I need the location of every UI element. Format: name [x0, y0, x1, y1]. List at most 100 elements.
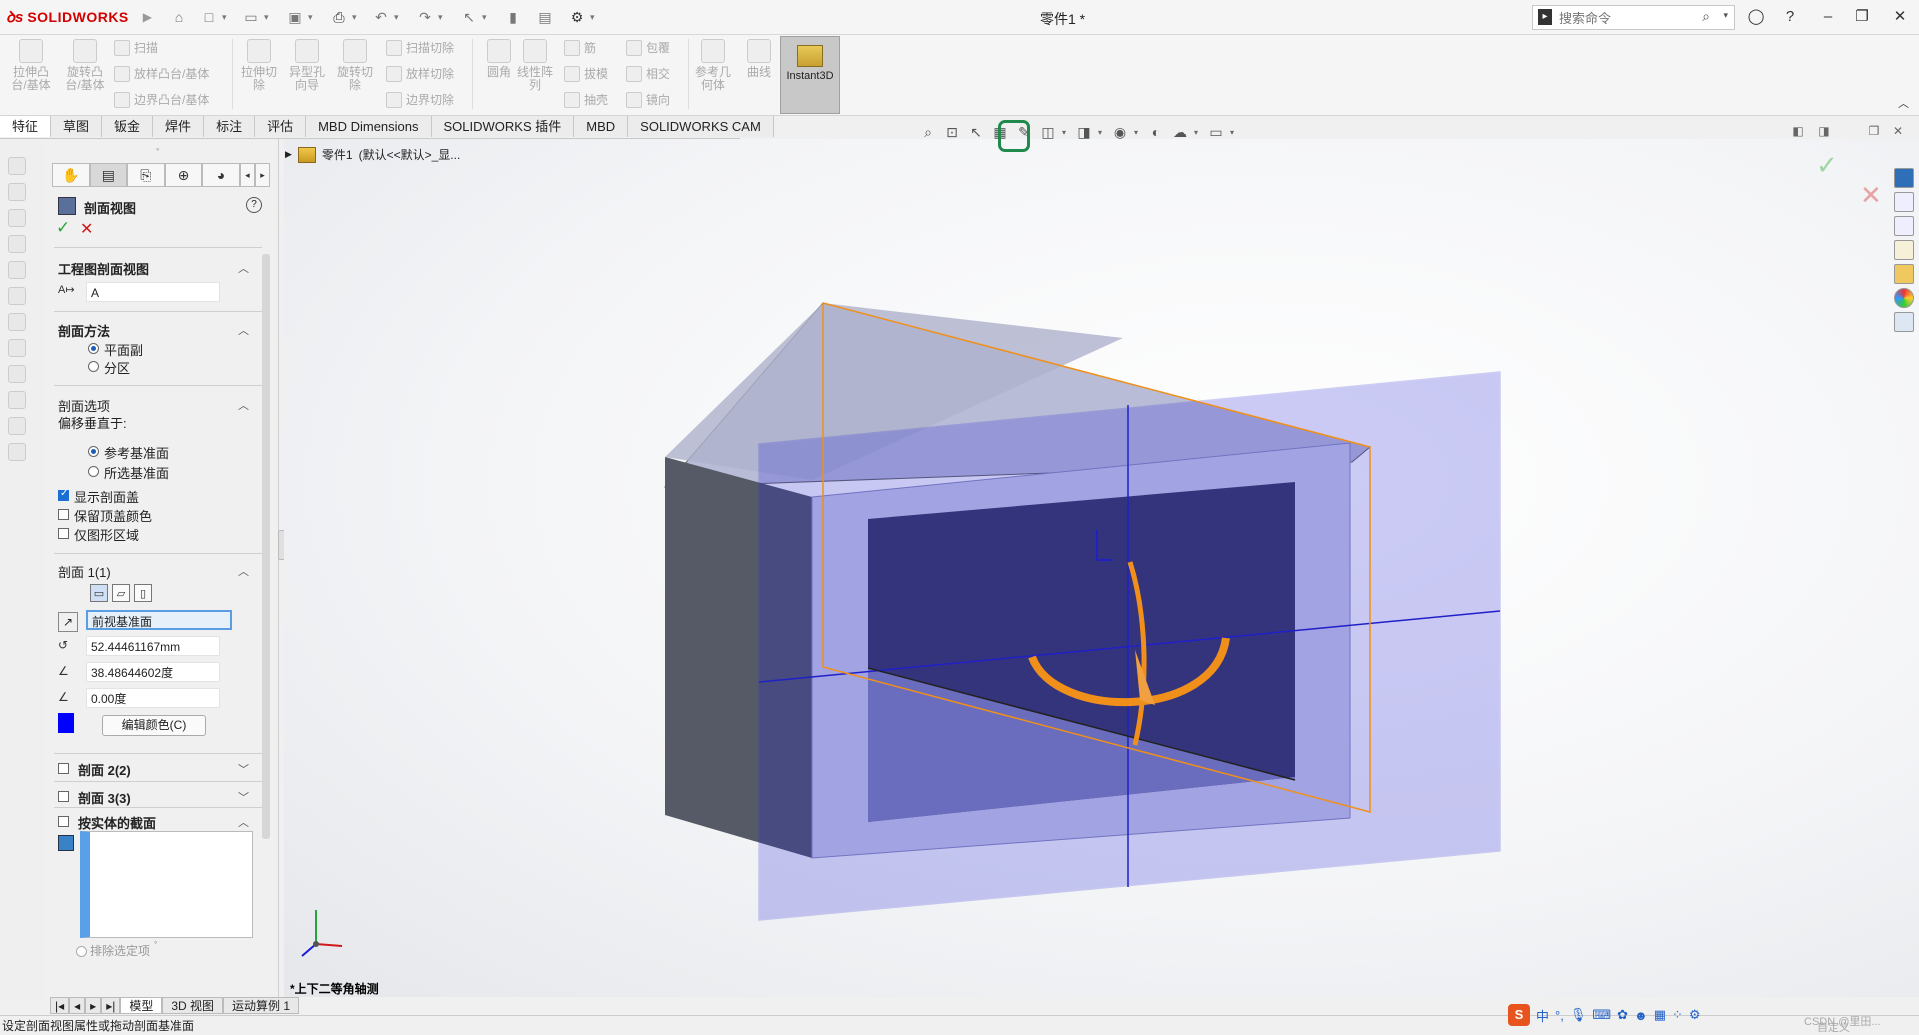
keyboard-icon[interactable]: ⌨ [1592, 1007, 1611, 1023]
magnifier-icon[interactable]: ⌕ [1702, 8, 1710, 25]
extrude-cut-button[interactable]: 拉伸切 除 [238, 39, 280, 92]
boundary-boss-button[interactable]: 边界凸台/基体 [114, 90, 209, 110]
tab-motion-study[interactable]: 运动算例 1 [223, 997, 300, 1014]
list-grip-icon[interactable]: ◦ [154, 937, 157, 947]
tab-mbd-dimensions[interactable]: MBD Dimensions [306, 116, 432, 137]
view-palette-icon[interactable] [1894, 264, 1914, 284]
collapse-chevron-icon[interactable]: ︿ [238, 260, 249, 276]
offset-distance-field[interactable]: 52.44461167mm [86, 636, 220, 656]
feature-icon[interactable] [8, 391, 26, 409]
top-plane-icon[interactable]: ▱ [112, 584, 130, 602]
search-dropdown-icon[interactable]: ▾ [1723, 10, 1728, 21]
print-dropdown-icon[interactable]: ▾ [352, 9, 360, 25]
right-plane-icon[interactable]: ▯ [134, 584, 152, 602]
feature-icon[interactable] [8, 313, 26, 331]
redo-icon[interactable]: ↷ [414, 7, 436, 27]
solidworks-resources-icon[interactable] [1894, 168, 1914, 188]
print-icon[interactable]: ⎙ [328, 7, 350, 27]
feature-icon[interactable] [8, 287, 26, 305]
tab-features[interactable]: 特征 [0, 116, 52, 137]
tab-cam[interactable]: SOLIDWORKS CAM [628, 116, 774, 137]
show-section-cap-checkbox[interactable] [58, 488, 69, 501]
intersect-button[interactable]: 相交 [626, 64, 670, 84]
angle-y-field[interactable]: 0.00度 [86, 688, 220, 708]
tab-scroll-prev-icon[interactable]: ◂ [69, 997, 86, 1014]
restore-button[interactable]: ❐ [1849, 6, 1875, 28]
select-dropdown-icon[interactable]: ▾ [482, 9, 490, 25]
extrude-boss-button[interactable]: 拉伸凸 台/基体 [10, 39, 52, 92]
select-cursor-icon[interactable]: ↖ [458, 7, 480, 27]
section3-checkbox[interactable] [58, 791, 69, 802]
sweep-cut-button[interactable]: 扫描切除 [386, 38, 454, 58]
linear-pattern-button[interactable]: 线性阵 列 [514, 39, 556, 92]
more-icon[interactable]: ⁘ [1672, 1007, 1683, 1023]
graphics-only-checkbox[interactable] [58, 528, 69, 539]
hole-wizard-button[interactable]: 异型孔 向导 [286, 39, 328, 92]
microphone-icon[interactable]: 🎙 [1570, 1007, 1587, 1023]
tabs-scroll-right-icon[interactable]: ▸ [254, 163, 270, 187]
collapse-chevron-icon[interactable]: ︿ [238, 814, 249, 830]
display-style-dropdown-icon[interactable]: ▾ [1098, 128, 1106, 137]
section-color-swatch[interactable] [58, 713, 74, 733]
zonal-radio[interactable] [88, 361, 99, 372]
feature-icon[interactable] [8, 339, 26, 357]
home-icon[interactable] [1894, 192, 1914, 212]
redo-dropdown-icon[interactable]: ▾ [438, 9, 446, 25]
instant3d-button[interactable]: Instant3D [780, 36, 840, 114]
angle-x-field[interactable]: 38.48644602度 [86, 662, 220, 682]
tab-sheet-metal[interactable]: 钣金 [102, 116, 154, 137]
feature-manager-tab-icon[interactable]: ✋ [52, 163, 90, 187]
revolve-boss-button[interactable]: 旋转凸 台/基体 [64, 39, 106, 92]
section2-checkbox[interactable] [58, 763, 69, 774]
tab-evaluate[interactable]: 评估 [255, 116, 307, 137]
home-icon[interactable]: ⌂ [168, 7, 190, 27]
tab-scroll-first-icon[interactable]: |◂ [50, 997, 70, 1014]
sogou-ime-logo[interactable]: S [1508, 1004, 1530, 1026]
curves-button[interactable]: 曲线 [738, 39, 780, 79]
property-manager-tab-icon[interactable]: ▤ [89, 163, 128, 187]
tab-weldments[interactable]: 焊件 [153, 116, 205, 137]
section-name-field[interactable]: A [86, 282, 220, 302]
expand-chevron-icon[interactable]: ﹀ [238, 761, 249, 777]
tab-markup[interactable]: 标注 [204, 116, 256, 137]
help-icon[interactable]: ? [246, 197, 262, 213]
rebuild-icon[interactable]: ▮ [502, 7, 524, 27]
loft-boss-button[interactable]: 放样凸台/基体 [114, 64, 209, 84]
keep-cap-color-checkbox[interactable] [58, 509, 69, 520]
loft-cut-button[interactable]: 放样切除 [386, 64, 454, 84]
selected-plane-radio[interactable] [88, 466, 99, 477]
tab-add-ins[interactable]: SOLIDWORKS 插件 [431, 116, 575, 137]
viewport-tile-left-icon[interactable]: ◧ [1790, 124, 1806, 138]
feature-icon[interactable] [8, 365, 26, 383]
collapse-chevron-icon[interactable]: ︿ [238, 563, 249, 579]
revolve-cut-button[interactable]: 旋转切 除 [334, 39, 376, 92]
viewport-tile-right-icon[interactable]: ◨ [1816, 124, 1832, 138]
tab-3d-views[interactable]: 3D 视图 [162, 997, 224, 1014]
planar-radio[interactable] [88, 343, 99, 354]
skin-icon[interactable]: ✿ [1617, 1007, 1628, 1023]
section-by-body-checkbox[interactable] [58, 816, 69, 827]
reference-plane-radio[interactable] [88, 446, 99, 457]
mirror-button[interactable]: 镜向 [626, 90, 670, 110]
dimxpert-tab-icon[interactable]: ⊕ [164, 163, 203, 187]
collapse-ribbon-icon[interactable]: ︿ [1898, 95, 1909, 111]
cancel-icon[interactable]: ✕ [80, 219, 93, 239]
tab-mbd[interactable]: MBD [574, 116, 629, 137]
toolbox-icon[interactable]: ▦ [1654, 1007, 1666, 1023]
design-library-icon[interactable] [1894, 216, 1914, 236]
boundary-cut-button[interactable]: 边界切除 [386, 90, 454, 110]
search-commands-box[interactable]: ▸ ⌕ ▾ [1532, 5, 1735, 30]
minimize-button[interactable]: – [1815, 6, 1841, 28]
tool-icon[interactable] [8, 183, 26, 201]
pm-scrollbar[interactable] [262, 254, 270, 839]
tabs-scroll-left-icon[interactable]: ◂ [239, 163, 255, 187]
undo-dropdown-icon[interactable]: ▾ [394, 9, 402, 25]
feature-icon[interactable] [8, 261, 26, 279]
tab-sketch[interactable]: 草图 [51, 116, 103, 137]
body-selection-list[interactable] [80, 831, 253, 938]
user-account-icon[interactable]: ◯ [1743, 6, 1769, 28]
new-dropdown-icon[interactable]: ▾ [222, 9, 230, 25]
configuration-manager-tab-icon[interactable]: ⎘ [127, 163, 165, 187]
hide-show-dropdown-icon[interactable]: ▾ [1134, 128, 1142, 137]
display-manager-tab-icon[interactable]: ◕ [202, 163, 240, 187]
